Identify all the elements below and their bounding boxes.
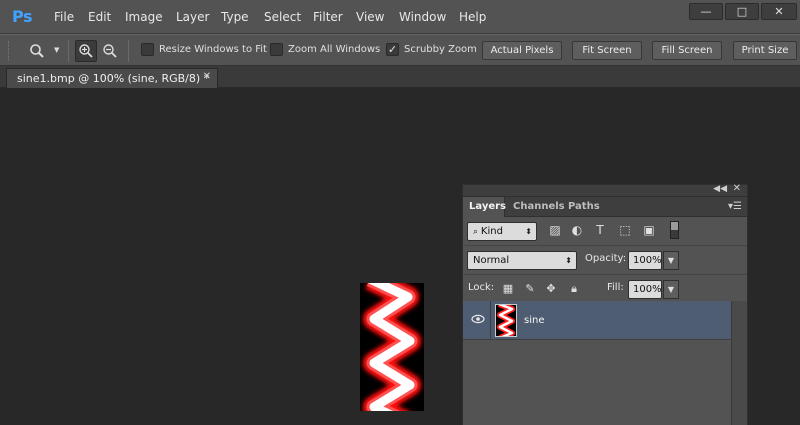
options-bar-grip[interactable] [8, 41, 12, 61]
opacity-label: Opacity: [585, 253, 627, 264]
lock-image-pixels-icon[interactable]: ✎ [523, 282, 537, 296]
tab-layers[interactable]: Layers [463, 197, 506, 217]
close-window-button[interactable]: ✕ [761, 3, 797, 20]
zoom-tool-preset-button[interactable] [26, 40, 48, 62]
minimize-button[interactable]: — [689, 3, 723, 20]
filter-shape-icon[interactable]: ⬚ [617, 222, 633, 238]
close-icon: ✕ [774, 5, 784, 18]
lock-fill-row: Lock: ▦ ✎ ✥ 🔒︎ Fill: 100% ▼ [463, 275, 747, 304]
menu-view[interactable]: View [356, 10, 384, 24]
blend-mode-select[interactable]: Normal ⬍ [467, 251, 577, 270]
close-panel-icon[interactable]: ✕ [733, 183, 741, 194]
fill-label: Fill: [607, 282, 624, 293]
zoom-in-icon [79, 44, 93, 58]
fill-screen-button[interactable]: Fill Screen [652, 41, 722, 60]
layers-scrollbar[interactable] [731, 301, 747, 425]
menu-bar: Ps File Edit Image Layer Type Select Fil… [0, 0, 800, 34]
layer-row[interactable]: sine [463, 301, 731, 340]
opacity-input[interactable]: 100% [628, 251, 662, 270]
fill-slider-button[interactable]: ▼ [663, 280, 679, 299]
zoom-in-button[interactable] [75, 40, 97, 62]
lock-transparent-pixels-icon[interactable]: ▦ [501, 282, 515, 296]
fill-input[interactable]: 100% [628, 280, 662, 299]
lock-label: Lock: [468, 282, 495, 293]
search-icon: ⌕ [473, 227, 481, 237]
lock-position-icon[interactable]: ✥ [544, 282, 558, 296]
print-size-button[interactable]: Print Size [733, 41, 797, 60]
photoshop-logo: Ps [12, 7, 32, 26]
layer-name[interactable]: sine [524, 315, 544, 326]
filter-toggle-switch[interactable] [670, 221, 679, 239]
menu-type[interactable]: Type [221, 10, 249, 24]
opacity-slider-button[interactable]: ▼ [663, 251, 679, 270]
filter-kind-select[interactable]: ⌕ Kind ⬍ [467, 222, 537, 241]
actual-pixels-button[interactable]: Actual Pixels [482, 41, 562, 60]
blend-mode-value: Normal [473, 255, 510, 266]
panel-title-bar[interactable]: ◀◀ ✕ [463, 183, 747, 197]
magnifier-icon [30, 44, 44, 58]
chevron-down-icon: ▼ [667, 285, 675, 294]
document-tab-bar: sine1.bmp @ 100% (sine, RGB/8) * ✕ [0, 66, 800, 88]
layers-list-empty-area[interactable] [463, 340, 731, 425]
resize-windows-label: Resize Windows to Fit [159, 44, 267, 55]
document-image[interactable] [360, 283, 424, 411]
fit-screen-button[interactable]: Fit Screen [572, 41, 642, 60]
maximize-icon: □ [736, 5, 748, 18]
chevron-down-icon[interactable]: ▼ [54, 46, 59, 54]
menu-image[interactable]: Image [125, 10, 163, 24]
filter-adjustment-icon[interactable]: ◐ [569, 222, 585, 238]
menu-layer[interactable]: Layer [176, 10, 209, 24]
menu-select[interactable]: Select [264, 10, 301, 24]
filter-toggle-knob [671, 222, 678, 230]
checkmark-icon: ✓ [387, 43, 398, 56]
minimize-icon: — [700, 5, 712, 18]
zoom-all-windows-label: Zoom All Windows [288, 44, 381, 55]
filter-pixel-icon[interactable]: ▨ [547, 222, 563, 238]
menu-edit[interactable]: Edit [88, 10, 111, 24]
menu-filter[interactable]: Filter [313, 10, 343, 24]
maximize-button[interactable]: □ [725, 3, 759, 20]
layer-row-divider [490, 301, 491, 340]
menu-window[interactable]: Window [399, 10, 446, 24]
collapse-panel-icon[interactable]: ◀◀ [713, 184, 727, 194]
chevron-updown-icon: ⬍ [565, 256, 572, 265]
scrubby-zoom-label: Scrubby Zoom [404, 44, 477, 55]
filter-smart-object-icon[interactable]: ▣ [641, 222, 657, 238]
sine-wave-image [363, 283, 421, 411]
panel-menu-icon[interactable]: ▾☰ [728, 201, 742, 212]
layers-panel: ◀◀ ✕ Layers Channels Paths ▾☰ ⌕ Kind ⬍ ▨… [462, 183, 748, 425]
blend-opacity-row: Normal ⬍ Opacity: 100% ▼ [463, 246, 747, 275]
chevron-down-icon: ▼ [667, 256, 675, 265]
close-tab-icon[interactable]: ✕ [203, 71, 211, 82]
options-separator [68, 40, 69, 62]
tab-paths[interactable]: Paths [562, 197, 606, 217]
panel-tab-bar: Layers Channels Paths ▾☰ [463, 197, 747, 217]
zoom-out-button[interactable] [99, 40, 121, 62]
filter-type-icon[interactable]: T [592, 222, 608, 238]
filter-kind-value: Kind [480, 226, 503, 237]
menu-help[interactable]: Help [459, 10, 486, 24]
document-tab[interactable]: sine1.bmp @ 100% (sine, RGB/8) * ✕ [6, 68, 218, 88]
lock-all-icon[interactable]: 🔒︎ [567, 282, 581, 296]
layer-thumbnail[interactable] [495, 304, 517, 337]
zoom-out-icon [103, 44, 117, 58]
options-separator [128, 40, 129, 62]
document-tab-title: sine1.bmp @ 100% (sine, RGB/8) * [17, 72, 210, 85]
menu-file[interactable]: File [54, 10, 74, 24]
layer-filter-row: ⌕ Kind ⬍ ▨ ◐ T ⬚ ▣ [463, 217, 747, 246]
scrubby-zoom-checkbox[interactable]: ✓ [386, 43, 399, 56]
options-bar: ▼ Resize Windows to Fit Zoom All Windows… [0, 34, 800, 66]
zoom-all-windows-checkbox[interactable] [270, 43, 283, 56]
resize-windows-checkbox[interactable] [141, 43, 154, 56]
visibility-eye-icon[interactable] [471, 313, 485, 327]
chevron-updown-icon: ⬍ [525, 227, 532, 236]
